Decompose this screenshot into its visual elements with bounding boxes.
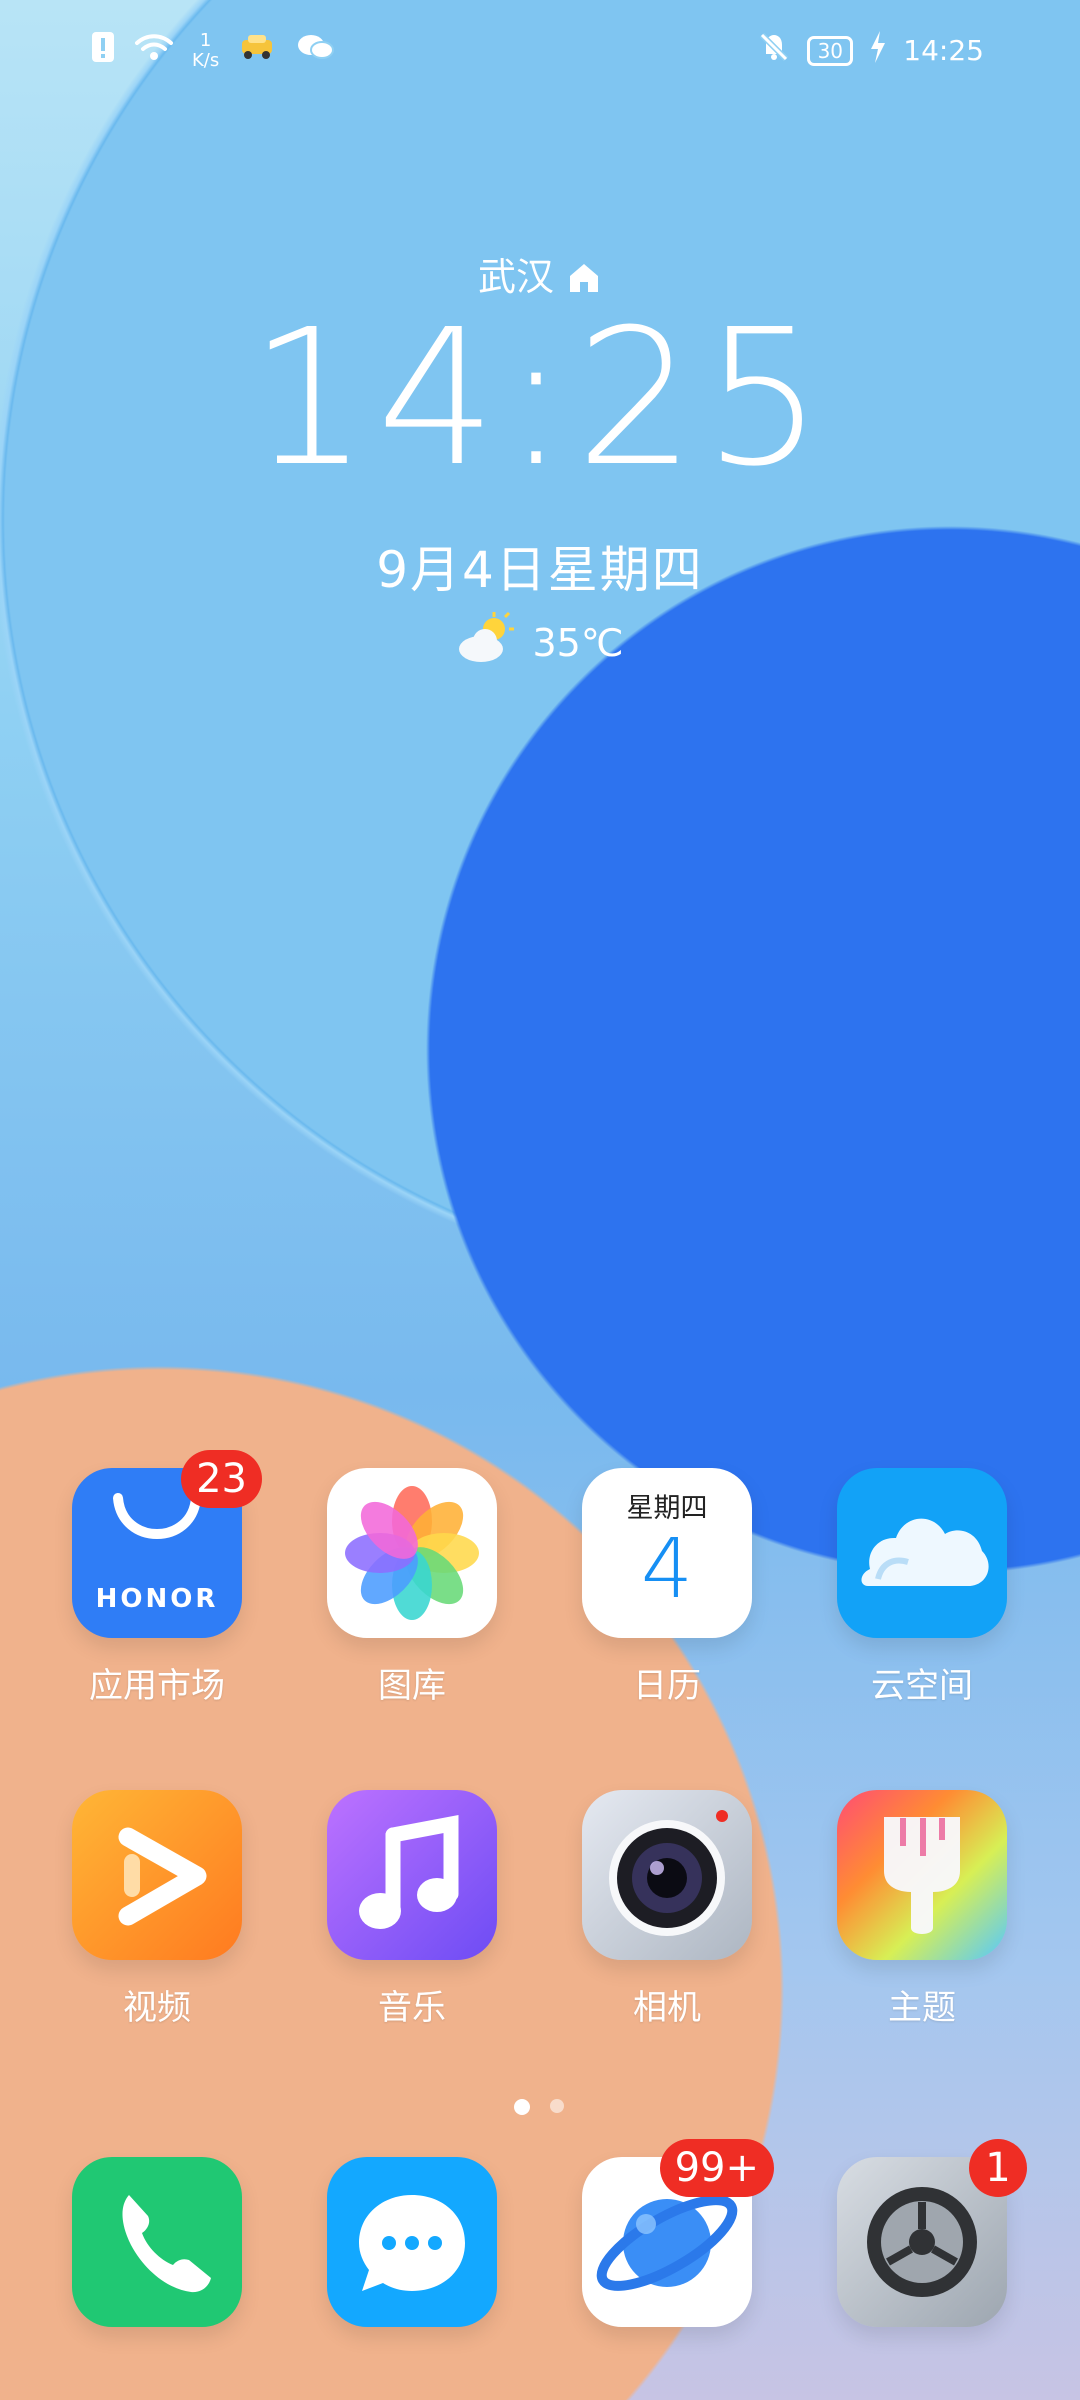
taxi-icon: [237, 32, 277, 69]
clock-time[interactable]: 14:25: [0, 305, 1080, 493]
notification-badge: 23: [181, 1450, 262, 1508]
temperature: 35℃: [532, 620, 624, 665]
dock-messages[interactable]: [327, 2157, 497, 2327]
notification-badge: 99+: [659, 2139, 774, 2197]
app-label: 云空间: [871, 1666, 973, 1706]
charging-icon: [869, 31, 887, 70]
app-label: 主题: [888, 1988, 956, 2028]
app-label: 音乐: [378, 1988, 446, 2028]
phone-icon: [72, 2157, 242, 2327]
clock-date: 9月4日星期四: [376, 541, 704, 599]
muted-bell-icon: [757, 30, 791, 71]
battery-level: 30: [817, 38, 844, 63]
theme-icon: [837, 1790, 1007, 1960]
app-theme[interactable]: 主题: [837, 1790, 1007, 2030]
messages-icon: [327, 2157, 497, 2327]
dock-phone[interactable]: [72, 2157, 242, 2327]
calendar-weekday: 星期四: [626, 1492, 708, 1524]
honor-wordmark: HONOR: [95, 1584, 219, 1614]
wifi-icon: [134, 32, 174, 69]
app-label: 图库: [378, 1666, 446, 1706]
app-video[interactable]: 视频: [72, 1790, 242, 2030]
notification-badge: 1: [969, 2139, 1027, 2197]
dock-browser[interactable]: 99+: [582, 2139, 774, 2327]
network-speed-unit: K/s: [192, 49, 220, 71]
network-speed: 1 K/s: [192, 29, 220, 71]
calendar-day: 4: [640, 1521, 694, 1617]
weather-widget[interactable]: 35℃: [0, 610, 1080, 675]
app-label: 日历: [633, 1666, 701, 1706]
cloud-icon: [837, 1468, 1007, 1638]
app-label: 应用市场: [89, 1666, 225, 1706]
app-gallery[interactable]: 图库: [327, 1468, 497, 1708]
calendar-icon: 星期四 4: [582, 1468, 752, 1638]
app-camera[interactable]: 相机: [582, 1790, 752, 2030]
battery-indicator: 30: [807, 35, 854, 66]
network-speed-value: 1: [199, 29, 212, 51]
app-music[interactable]: 音乐: [327, 1790, 497, 2030]
app-cloud-space[interactable]: 云空间: [837, 1468, 1007, 1708]
page-dot-2[interactable]: [550, 2099, 564, 2113]
dock-settings[interactable]: 1: [837, 2139, 1027, 2327]
page-indicator[interactable]: [514, 2099, 564, 2115]
music-icon: [327, 1790, 497, 1960]
video-icon: [72, 1790, 242, 1960]
partly-sunny-icon: [456, 610, 518, 675]
page-dot-1[interactable]: [514, 2099, 530, 2115]
status-bar: 1 K/s 30 14:25: [0, 0, 1080, 110]
app-label: 相机: [633, 1988, 701, 2028]
wechat-icon: [295, 32, 335, 69]
app-calendar[interactable]: 星期四 4 日历: [582, 1468, 752, 1708]
status-time: 14:25: [903, 34, 984, 67]
gallery-icon: [327, 1468, 497, 1638]
app-app-market[interactable]: 23 HONOR 应用市场: [72, 1450, 262, 1708]
app-label: 视频: [123, 1988, 191, 2028]
camera-icon: [582, 1790, 752, 1960]
alert-icon: [90, 30, 116, 71]
